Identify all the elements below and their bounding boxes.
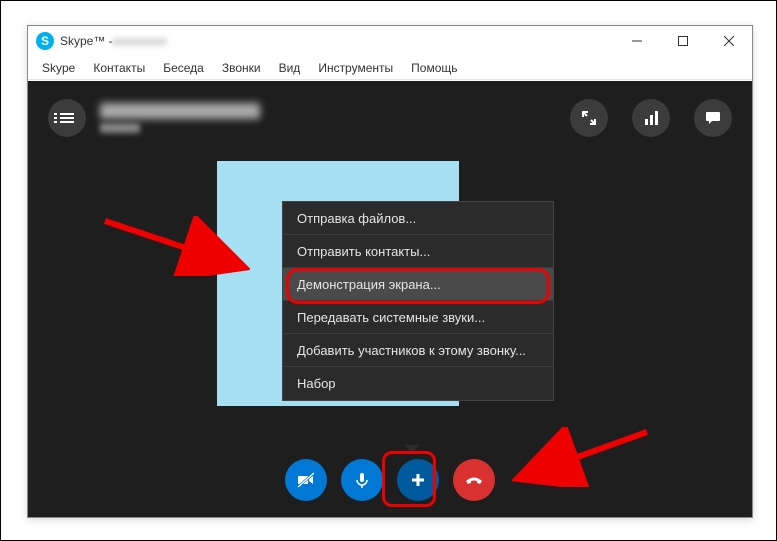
call-buttons (285, 459, 495, 501)
menubar: Skype Контакты Беседа Звонки Вид Инструм… (28, 56, 752, 80)
maximize-button[interactable] (660, 26, 706, 56)
minimize-button[interactable] (614, 26, 660, 56)
window-title-prefix: Skype™ - (60, 34, 113, 48)
hangup-icon (463, 469, 485, 491)
plus-context-menu: Отправка файлов... Отправить контакты...… (282, 201, 554, 401)
menu-tools[interactable]: Инструменты (310, 59, 401, 77)
signal-bars-icon (645, 111, 658, 125)
hangup-button[interactable] (453, 459, 495, 501)
mic-toggle-button[interactable] (341, 459, 383, 501)
plus-button[interactable] (397, 459, 439, 501)
camera-toggle-button[interactable] (285, 459, 327, 501)
menu-skype[interactable]: Skype (34, 59, 83, 77)
window-title-user: xxxxxxxxx (113, 34, 167, 48)
menu-help[interactable]: Помощь (403, 59, 465, 77)
camera-off-icon (295, 469, 317, 491)
menu-conversation[interactable]: Беседа (155, 59, 212, 77)
menu-tail-icon (404, 445, 420, 453)
sidebar-list-button[interactable] (48, 99, 86, 137)
quality-button[interactable] (632, 99, 670, 137)
menu-view[interactable]: Вид (271, 59, 309, 77)
ctx-dialpad[interactable]: Набор (283, 367, 553, 400)
titlebar: S Skype™ - xxxxxxxxx (28, 26, 752, 56)
list-icon (60, 111, 74, 125)
fullscreen-button[interactable] (570, 99, 608, 137)
ctx-add-participants[interactable]: Добавить участников к этому звонку... (283, 334, 553, 367)
window-controls (614, 26, 752, 56)
close-button[interactable] (706, 26, 752, 56)
ctx-send-files[interactable]: Отправка файлов... (283, 202, 553, 235)
expand-icon (581, 110, 597, 126)
chat-button[interactable] (694, 99, 732, 137)
menu-contacts[interactable]: Контакты (85, 59, 153, 77)
menu-calls[interactable]: Звонки (214, 59, 269, 77)
ctx-system-sounds[interactable]: Передавать системные звуки... (283, 301, 553, 334)
top-controls (48, 99, 732, 137)
call-area: Отправка файлов... Отправить контакты...… (28, 81, 752, 517)
caller-subtext (100, 123, 140, 133)
ctx-send-contacts[interactable]: Отправить контакты... (283, 235, 553, 268)
caller-name (100, 103, 260, 119)
right-controls (570, 99, 732, 137)
skype-logo-icon: S (36, 32, 54, 50)
annotation-arrow-right (512, 427, 652, 487)
caller-info (100, 103, 260, 133)
microphone-icon (352, 470, 372, 490)
ctx-share-screen[interactable]: Демонстрация экрана... (283, 268, 553, 301)
plus-icon (408, 470, 428, 490)
chat-bubble-icon (704, 109, 722, 127)
skype-window: S Skype™ - xxxxxxxxx Skype Контакты Бесе… (27, 25, 753, 518)
